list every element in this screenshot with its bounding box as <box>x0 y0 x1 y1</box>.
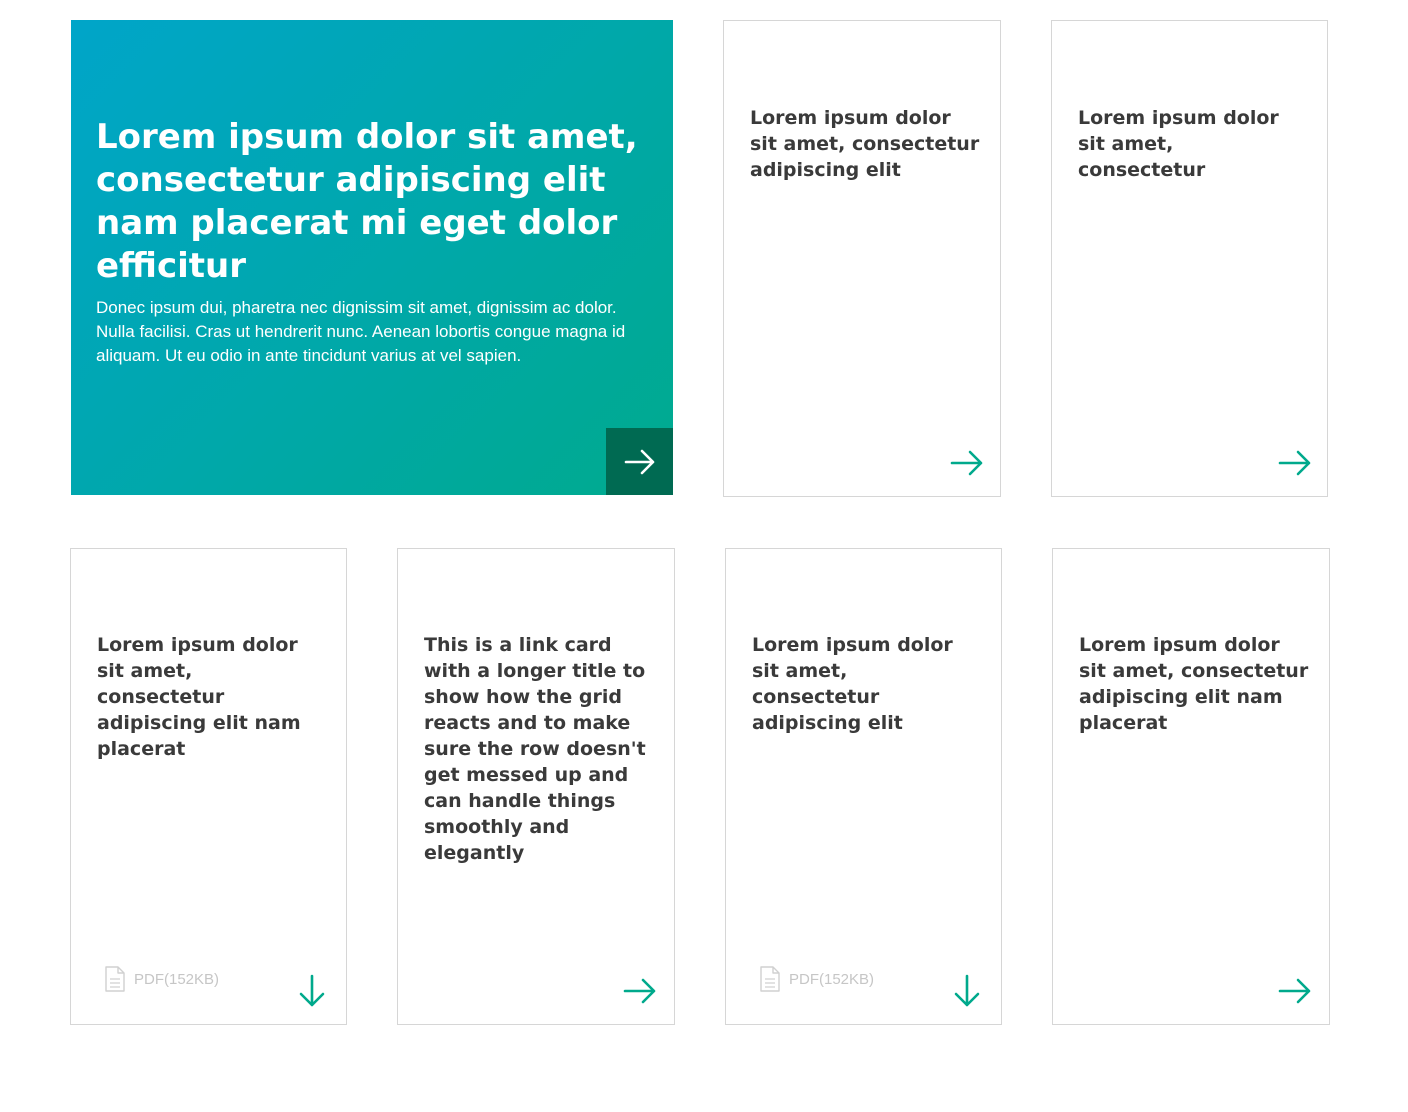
file-label: PDF(152KB) <box>134 970 220 988</box>
card-title: Lorem ipsum dolor sit amet, consectetur <box>1078 107 1279 181</box>
card-title: Lorem ipsum dolor sit amet, consectetur … <box>97 634 301 760</box>
file-label: PDF(152KB) <box>789 970 875 988</box>
link-card[interactable]: Lorem ipsum dolor sit amet, consectetur … <box>723 20 1001 497</box>
card-title: This is a link card with a longer title … <box>424 634 646 864</box>
arrow-right-icon[interactable] <box>1278 446 1312 480</box>
card-title: Lorem ipsum dolor sit amet, consectetur … <box>750 107 980 181</box>
download-card[interactable]: Lorem ipsum dolor sit amet, consectetur … <box>725 548 1002 1025</box>
card-title: Lorem ipsum dolor sit amet, consectetur … <box>1079 634 1309 734</box>
arrow-down-icon[interactable] <box>950 974 984 1008</box>
arrow-right-icon[interactable] <box>1278 974 1312 1008</box>
hero-card[interactable]: Lorem ipsum dolor sit amet, consectetur … <box>71 20 673 495</box>
download-card[interactable]: Lorem ipsum dolor sit amet, consectetur … <box>70 548 347 1025</box>
file-info: PDF(152KB) <box>759 966 874 992</box>
arrow-right-icon <box>624 449 655 475</box>
hero-title: Lorem ipsum dolor sit amet, consectetur … <box>96 117 638 286</box>
arrow-down-icon[interactable] <box>295 974 329 1008</box>
link-card[interactable]: This is a link card with a longer title … <box>397 548 675 1025</box>
document-icon <box>104 966 126 992</box>
link-card[interactable]: Lorem ipsum dolor sit amet, consectetur <box>1051 20 1328 497</box>
file-info: PDF(152KB) <box>104 966 219 992</box>
card-title: Lorem ipsum dolor sit amet, consectetur … <box>752 634 953 734</box>
arrow-right-icon[interactable] <box>950 446 984 480</box>
hero-arrow-button[interactable] <box>606 428 673 495</box>
hero-description: Donec ipsum dui, pharetra nec dignissim … <box>96 298 626 365</box>
link-card[interactable]: Lorem ipsum dolor sit amet, consectetur … <box>1052 548 1330 1025</box>
arrow-right-icon[interactable] <box>623 974 657 1008</box>
document-icon <box>759 966 781 992</box>
